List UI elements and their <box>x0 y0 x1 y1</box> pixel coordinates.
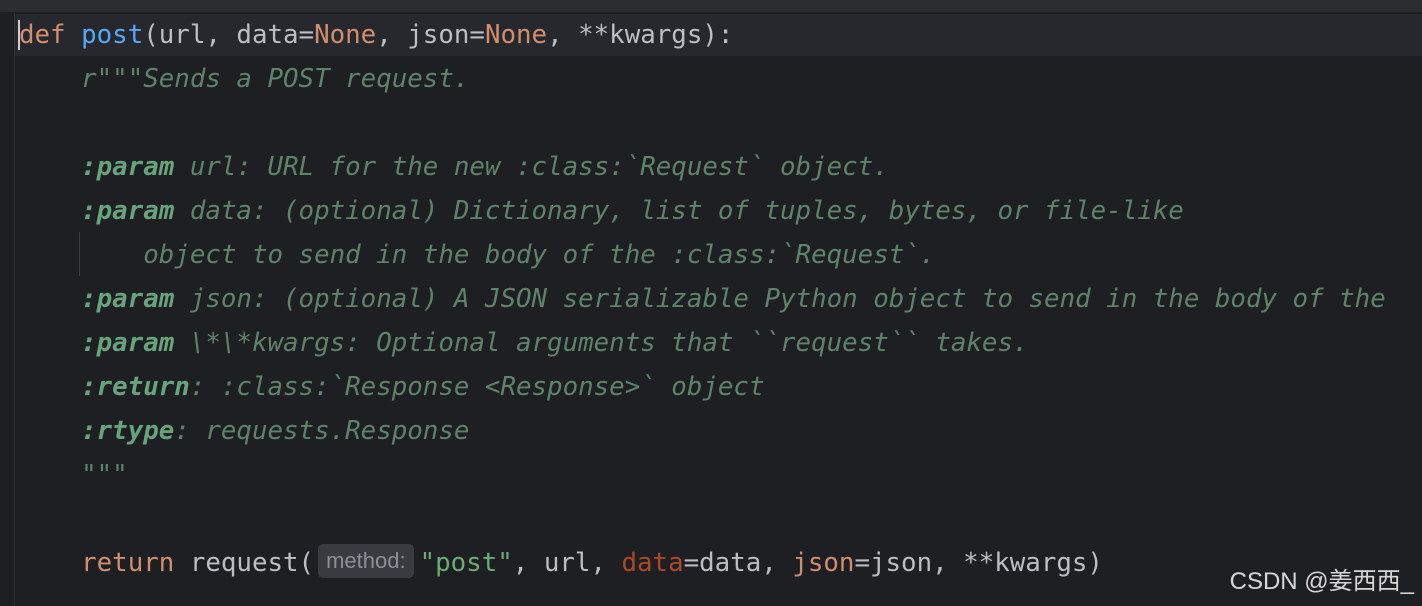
code-line-1[interactable]: def post(url, data=None, json=None, **kw… <box>19 13 733 57</box>
code-line-2[interactable]: r"""Sends a POST request. <box>19 57 469 101</box>
docstring-tag: :param <box>19 284 175 314</box>
editor-top-strip <box>0 0 1422 12</box>
none-constant: None <box>314 20 377 50</box>
call-text: request( <box>174 548 315 578</box>
watermark: CSDN @姜西西_ <box>1229 568 1414 595</box>
docstring-text: \*\*kwargs: Optional arguments that ``re… <box>174 328 1029 358</box>
keyword-argument: data <box>621 548 684 578</box>
params-text: , **kwargs): <box>547 20 734 50</box>
params-text: , json= <box>376 20 485 50</box>
docstring-tag: :rtype <box>19 416 175 446</box>
docstring-tag: :param <box>19 328 175 358</box>
code-line-6[interactable]: object to send in the body of the :class… <box>19 233 935 277</box>
code-line-10[interactable]: :rtype: requests.Response <box>19 409 469 453</box>
parameter-inlay-hint: method: <box>318 544 414 578</box>
docstring-text: data: (optional) Dictionary, list of tup… <box>174 196 1184 226</box>
editor-gutter <box>0 12 15 606</box>
docstring-tag: :param <box>19 196 175 226</box>
docstring-tag: :return <box>19 372 190 402</box>
call-text: =json, **kwargs) <box>854 548 1103 578</box>
code-line-4[interactable]: :param url: URL for the new :class:`Requ… <box>19 145 889 189</box>
code-line-9[interactable]: :return: :class:`Response <Response>` ob… <box>19 365 765 409</box>
docstring-tag: :param <box>19 152 175 182</box>
call-text: =data, <box>683 548 793 578</box>
code-line-7[interactable]: :param json: (optional) A JSON serializa… <box>19 277 1386 321</box>
none-constant: None <box>484 20 548 50</box>
keyword-argument: json <box>792 548 855 578</box>
code-line-8[interactable]: :param \*\*kwargs: Optional arguments th… <box>19 321 1029 365</box>
keyword-return: return <box>81 548 175 578</box>
call-text: , url, <box>512 548 622 578</box>
code-line-11[interactable]: """ <box>19 453 128 497</box>
code-line-13[interactable]: return request(method: "post", url, data=… <box>19 541 1103 585</box>
text-caret <box>18 20 20 50</box>
docstring-text: : requests.Response <box>174 416 470 446</box>
string-literal: "post" <box>419 548 513 578</box>
function-name: post <box>81 20 144 50</box>
keyword-def: def <box>19 20 66 50</box>
docstring-text: url: URL for the new :class:`Request` ob… <box>174 152 889 182</box>
docstring-text: json: (optional) A JSON serializable Pyt… <box>174 284 1386 314</box>
code-line-5[interactable]: :param data: (optional) Dictionary, list… <box>19 189 1184 233</box>
docstring-text: : :class:`Response <Response>` object <box>189 372 765 402</box>
params-text: (url, data= <box>143 20 315 50</box>
code-editor[interactable]: def post(url, data=None, json=None, **kw… <box>0 0 1422 606</box>
